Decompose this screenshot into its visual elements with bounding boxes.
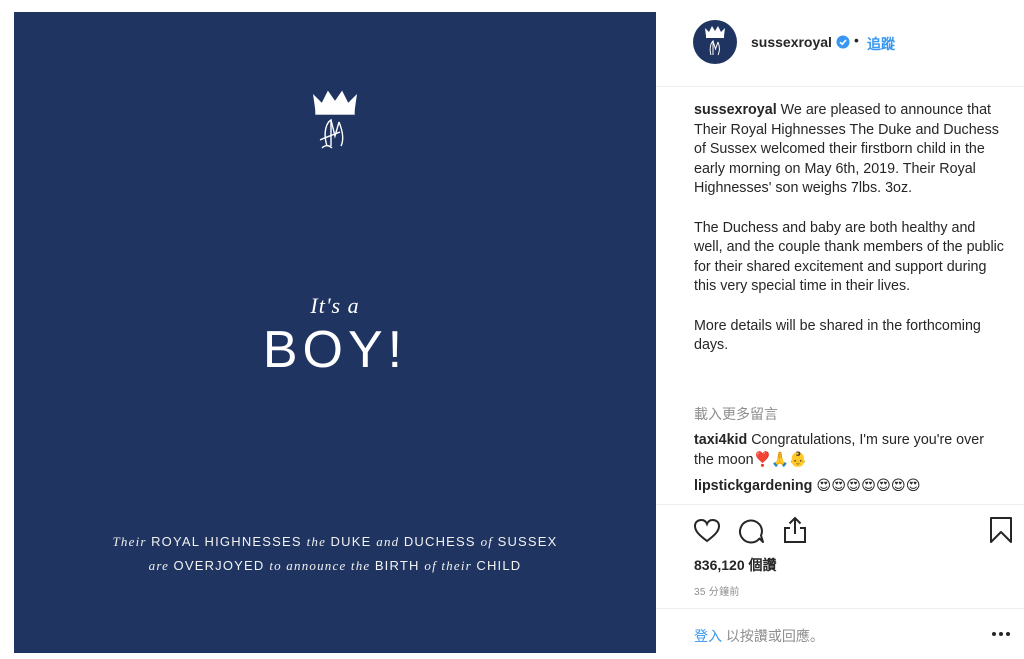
comment-text: 😍😍😍😍😍😍😍 (816, 478, 921, 494)
avatar[interactable] (693, 20, 737, 64)
its-a-text: It's a (310, 293, 360, 318)
post-sidebar: sussexroyal • 追蹤 sussexroyal We are plea… (656, 12, 1024, 653)
royal-monogram-logo (313, 90, 357, 149)
announcement-segment: are (148, 558, 174, 573)
load-more-comments-button[interactable]: 載入更多留言 (694, 404, 778, 424)
footer-divider (656, 608, 1024, 609)
announcement-segment: OVERJOYED (173, 558, 270, 573)
announcement-segment: ROYAL HIGHNESSES (151, 534, 307, 549)
announcement-segment: to announce the (269, 558, 375, 573)
post-header: sussexroyal • 追蹤 (656, 12, 1024, 87)
royal-monogram-icon (705, 26, 725, 56)
caption-paragraph-2: The Duchess and baby are both healthy an… (694, 219, 1004, 295)
announcement-segment: DUCHESS (403, 534, 481, 549)
login-prompt-text: 以按讚或回應。 (722, 628, 824, 644)
follow-button[interactable]: 追蹤 (867, 34, 895, 54)
login-link[interactable]: 登入 (694, 628, 722, 644)
login-prompt: 登入 以按讚或回應。 (694, 626, 824, 646)
announcement-segment: Their (112, 534, 152, 549)
post-timestamp[interactable]: 35 分鐘前 (694, 583, 740, 598)
announcement-segment: and (376, 534, 404, 549)
header-separator: • (854, 32, 859, 48)
share-icon[interactable] (781, 515, 809, 545)
like-count[interactable]: 836,120 個讚 (694, 555, 777, 575)
verified-badge-icon (836, 35, 850, 49)
caption-username[interactable]: sussexroyal (694, 102, 777, 118)
announcement-segment: of their (424, 558, 477, 573)
announcement-segment: CHILD (476, 558, 522, 573)
boy-headline: BOY! (262, 321, 408, 379)
announcement-line-2: are OVERJOYED to announce the BIRTH of t… (14, 558, 656, 575)
more-options-icon[interactable] (991, 631, 1011, 637)
announcement-segment: DUKE (330, 534, 377, 549)
announcement-segment: SUSSEX (497, 534, 558, 549)
actions-divider (656, 504, 1024, 505)
comment-username[interactable]: taxi4kid (694, 432, 747, 448)
comment: taxi4kid Congratulations, I'm sure you'r… (694, 431, 1004, 470)
announcement-segment: BIRTH (374, 558, 425, 573)
announcement-segment: of (480, 534, 498, 549)
announcement-line-1: Their ROYAL HIGHNESSES the DUKE and DUCH… (14, 534, 656, 551)
comment-bubble-icon[interactable] (737, 517, 765, 545)
header-username[interactable]: sussexroyal (751, 34, 832, 50)
post-image[interactable]: It's a BOY! Their ROYAL HIGHNESSES the D… (14, 12, 656, 653)
bookmark-icon[interactable] (989, 516, 1013, 544)
comment-username[interactable]: lipstickgardening (694, 478, 812, 494)
post-caption: sussexroyal We are pleased to announce t… (694, 101, 1004, 375)
heart-icon[interactable] (693, 517, 721, 545)
comment: lipstickgardening 😍😍😍😍😍😍😍 (694, 477, 1004, 497)
announcement-segment: the (306, 534, 331, 549)
caption-paragraph-3: More details will be shared in the forth… (694, 317, 981, 354)
